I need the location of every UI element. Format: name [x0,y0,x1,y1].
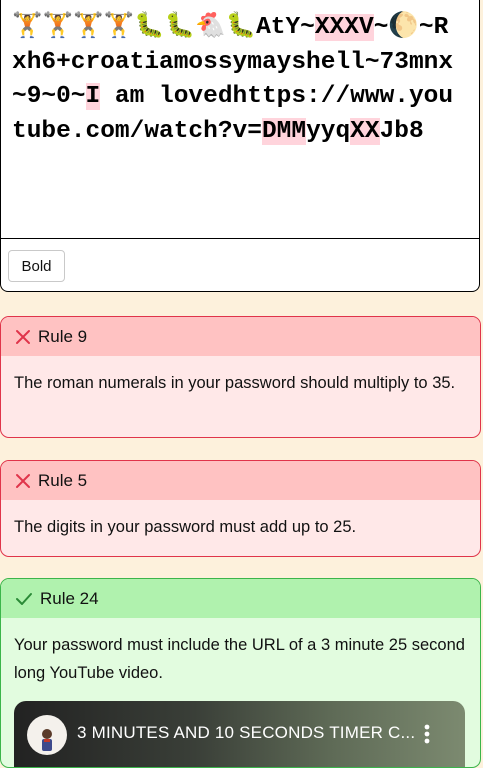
password-segment: Jb8 [379,117,424,145]
rule-title: Rule 9 [38,326,88,346]
weightlifter-emojis: 🏋️🏋️🏋️🏋️ [12,14,135,41]
rule-title: Rule 5 [38,470,88,490]
rule-header: Rule 9 [1,317,480,356]
video-title[interactable]: 3 MINUTES AND 10 SECONDS TIMER C... [77,723,415,743]
worm-emoji: 🐛 [225,14,257,41]
rule-title: Rule 24 [40,588,99,608]
password-segment: AtY~ [256,14,315,41]
password-box: 🏋️🏋️🏋️🏋️🐛🐛🐔🐛AtY~XXXV~🌔~Rxh6+croatiamossy… [0,0,480,292]
chicken-emoji: 🐔 [195,14,226,41]
password-input[interactable]: 🏋️🏋️🏋️🏋️🐛🐛🐔🐛AtY~XXXV~🌔~Rxh6+croatiamossy… [12,11,462,149]
x-icon [16,329,30,344]
rule-description: Your password must include the URL of a … [14,636,465,682]
roman-numeral-highlight: I [85,83,101,110]
check-icon [16,592,32,605]
channel-avatar[interactable] [27,715,67,755]
rule-header: Rule 5 [1,461,480,500]
rule-description: The digits in your password must add up … [14,518,357,536]
more-options-icon[interactable] [423,723,431,745]
rule-card-5: Rule 5 The digits in your password must … [0,460,481,557]
worm-emojis: 🐛🐛 [134,14,196,41]
rule-card-24: Rule 24 Your password must include the U… [0,578,481,768]
person-icon [42,729,52,751]
password-segment: yyq [306,117,351,145]
roman-numeral-highlight: DMM [261,117,307,145]
youtube-video-embed[interactable]: 3 MINUTES AND 10 SECONDS TIMER C... [14,701,465,767]
toolbar-divider [1,238,479,239]
roman-numeral-highlight: XX [350,117,380,145]
moon-emoji: 🌔 [388,14,419,41]
roman-numeral-highlight: XXXV [314,14,374,41]
rule-description: The roman numerals in your password shou… [14,374,456,392]
rule-header: Rule 24 [1,579,480,618]
bold-button[interactable]: Bold [8,250,65,282]
password-segment: ~ [373,14,389,41]
x-icon [16,473,30,488]
rule-card-9: Rule 9 The roman numerals in your passwo… [0,316,481,438]
